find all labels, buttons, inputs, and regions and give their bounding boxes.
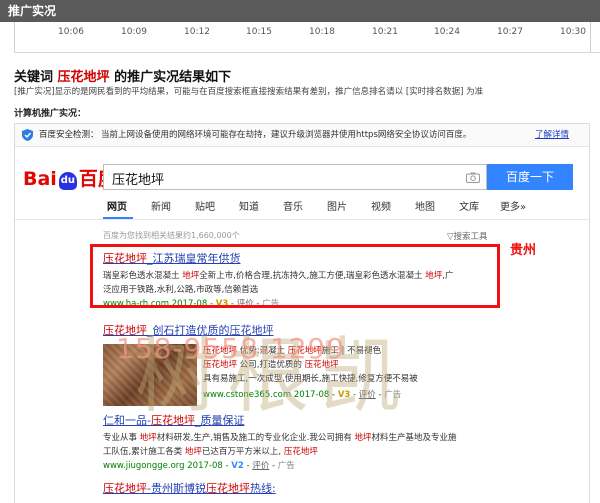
timeline-tick: 10:21 [372,27,398,37]
heading-keyword: 压花地坪 [57,70,110,85]
header-title: 推广实况 [8,4,57,18]
eval-link[interactable]: 评价 [252,461,269,471]
search-query: 压花地坪 [112,173,165,188]
ad-label: 广告 [277,461,295,471]
timeline-divider [14,52,600,53]
result-description: 专业从事 地坪材料研发,生产,销售及施工的专业化企业.我公司拥有 地坪材料生产基… [103,433,457,443]
result-description: 工队伍,累计施工各类 地坪已达百万平方米以上, 压花地坪 [103,447,318,457]
timeline-tick: 10:09 [121,27,147,37]
result-heading: 关键词 压花地坪 的推广实况结果如下 [14,66,231,85]
timeline-tick: 10:24 [434,27,460,37]
watermark-text: 树根凯 [135,329,412,424]
logo-bai: Bai [23,168,57,190]
tab-images[interactable]: 图片 [327,198,347,213]
camera-icon[interactable] [466,172,480,183]
page-header: 推广实况 [0,0,600,22]
security-message: 当前上网设备使用的网络环境可能存在劫持，建议升级浏览器并使用https网络安全协… [101,130,472,140]
result-count: 百度为您找到相关结果约1,660,000个 [103,231,240,240]
heading-prefix: 关键词 [14,70,58,85]
timeline-tick: 10:06 [58,27,84,37]
timeline-tick: 10:27 [497,27,523,37]
result-url: www.jiugongge.org 2017-08 - V2 - 评价 - 广告 [103,461,295,471]
timeline-tick: 10:12 [184,27,210,37]
paw-icon: du [58,172,77,190]
security-details-link[interactable]: 了解详情 [535,124,569,146]
tab-tieba[interactable]: 贴吧 [195,198,215,213]
tab-wenku[interactable]: 文库 [459,198,479,213]
search-tools-button[interactable]: ▽搜索工具 [447,230,488,242]
region-label: 贵州 [510,243,537,258]
timeline-axis: 10:06 10:09 10:12 10:15 10:18 10:21 10:2… [14,22,600,52]
tab-zhidao[interactable]: 知道 [239,198,259,213]
timeline-tick: 10:15 [246,27,272,37]
search-button[interactable]: 百度一下 [487,164,573,190]
timeline-tick: 10:30 [560,27,586,37]
shield-icon [22,129,33,141]
result-item: 压花地坪-贵州斯博锐压花地坪热线: [103,480,276,496]
tab-map[interactable]: 地图 [415,198,435,213]
security-bar: 百度安全检测： 当前上网设备使用的网络环境可能存在劫持，建议升级浏览器并使用ht… [15,124,589,147]
heading-suffix: 的推广实况结果如下 [109,70,232,85]
tab-video[interactable]: 视频 [371,198,391,213]
tab-more[interactable]: 更多» [500,198,526,213]
timeline-tick: 10:18 [309,27,335,37]
tab-webpage[interactable]: 网页 [107,198,127,213]
highlight-box [90,244,500,308]
result-title-link[interactable]: 压花地坪-贵州斯博锐压花地坪热线: [103,480,276,496]
search-tools-label: 搜索工具 [453,232,488,242]
tab-music[interactable]: 音乐 [283,198,303,213]
watermark-phone: 158-9558-1299 [116,332,346,365]
desktop-preview-label: 计算机推广实况： [14,109,87,119]
tabs-divider [15,219,589,220]
tab-news[interactable]: 新闻 [151,198,171,213]
notice-text: [推广实况]显示的是网民看到的平均结果，可能与在百度搜索框直接搜索结果有差别，推… [14,87,484,97]
security-label: 百度安全检测： [39,130,99,140]
serp-preview: 百度安全检测： 当前上网设备使用的网络环境可能存在劫持，建议升级浏览器并使用ht… [14,123,590,503]
v-badge: V2 [231,461,244,471]
search-input[interactable]: 压花地坪 [103,164,487,190]
